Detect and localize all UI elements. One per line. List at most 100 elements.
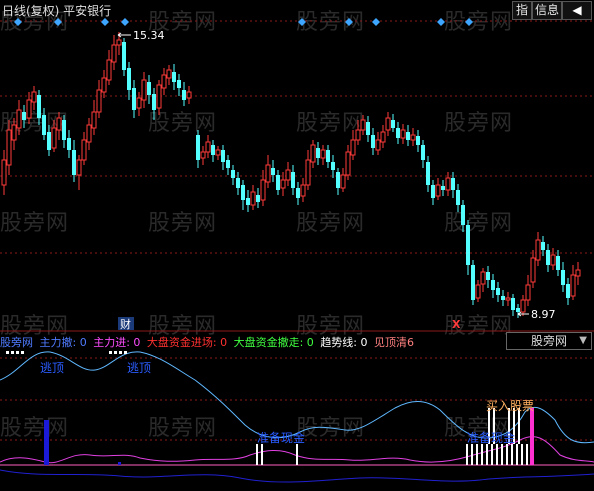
candle-body — [566, 284, 570, 298]
candle-body — [42, 115, 46, 135]
candle-body — [182, 90, 186, 100]
candle-body — [445, 177, 451, 191]
candle-body — [320, 149, 326, 159]
buy-signal-bar — [518, 408, 520, 444]
collapse-arrow-icon[interactable]: ◀ — [562, 1, 592, 20]
index-button[interactable]: 指 — [512, 1, 532, 20]
candle-body — [410, 134, 416, 141]
candle-body — [172, 72, 176, 82]
candle-body — [51, 127, 57, 149]
signal-diamond-icon — [345, 18, 353, 26]
candle-body — [496, 288, 500, 295]
candle-body — [166, 69, 172, 79]
cash-signal-bar — [506, 444, 508, 465]
top-marker — [6, 351, 9, 354]
cash-signal-bar — [491, 444, 493, 465]
prepare-cash-label-2: 准备现金 — [467, 430, 515, 445]
price-chart[interactable]: 15.34 8.97 财 X 逃顶 逃顶 准备现金 准备现金 买入股票 — [0, 0, 594, 491]
dropdown-arrow-icon: ▼ — [579, 335, 587, 346]
x-marker: X — [452, 318, 461, 331]
signal-diamond-icon — [465, 18, 473, 26]
candle-body — [466, 225, 470, 265]
candle-body — [456, 190, 460, 205]
candle-body — [241, 185, 245, 200]
candle-body — [296, 188, 300, 198]
cash-signal-bar — [521, 444, 523, 465]
candle-body — [505, 297, 511, 301]
candle-body — [31, 91, 37, 103]
candle-body — [106, 59, 112, 81]
prepare-cash-label-1: 准备现金 — [257, 430, 305, 445]
signal-diamond-icon — [54, 18, 62, 26]
escape-top-label-2: 逃顶 — [127, 361, 151, 375]
candle-body — [291, 172, 295, 188]
candle-body — [231, 170, 235, 178]
legend-market-fund-in: 大盘资金进场: 0 — [146, 336, 228, 349]
candle-body — [570, 274, 576, 297]
chart-screen[interactable]: 股旁网 股旁网 股旁网 股旁网 股旁网 股旁网 股旁网 股旁网 股旁网 股旁网 股旁网 股旁网 股旁网股… — [0, 0, 594, 491]
candle-body — [305, 159, 311, 186]
top-marker — [114, 351, 117, 354]
top-marker — [109, 351, 112, 354]
candle-body — [396, 128, 400, 138]
top-marker — [16, 351, 19, 354]
candle-body — [11, 124, 17, 141]
candle-body — [426, 162, 430, 185]
candle-body — [186, 91, 192, 99]
legend-main-withdraw: 主力撤: 0 — [39, 336, 87, 349]
candle-body — [246, 198, 250, 205]
main-withdraw-bar — [44, 420, 49, 465]
candle-body — [480, 271, 486, 285]
top-marker — [124, 351, 127, 354]
candle-body — [1, 159, 7, 186]
legend-main-enter: 主力进: 0 — [93, 336, 141, 349]
candle-body — [132, 88, 136, 110]
candle-body — [316, 148, 320, 158]
candle-body — [360, 119, 366, 131]
candle-body — [310, 144, 316, 163]
candle-body — [127, 68, 131, 90]
candle-body — [491, 280, 495, 290]
candle-body — [111, 44, 117, 63]
legend-trend-line: 趋势线: 0 — [320, 336, 368, 349]
candle-body — [435, 184, 441, 197]
candle-body — [520, 299, 526, 313]
candle-body — [400, 129, 406, 139]
cash-signal-bar — [471, 444, 473, 465]
candle-body — [271, 168, 275, 175]
trend-line — [0, 351, 594, 444]
candle-body — [26, 99, 32, 119]
candle-body — [47, 132, 51, 150]
candle-body — [72, 150, 76, 175]
main-withdraw-bar — [118, 462, 121, 465]
legend-market-fund-out: 大盘资金撤走: 0 — [233, 336, 314, 349]
candle-body — [391, 120, 395, 128]
candle-body — [541, 242, 545, 250]
candle-body — [76, 159, 82, 176]
cash-signal-bar — [466, 444, 468, 465]
candle-body — [37, 95, 41, 118]
candle-body — [62, 120, 66, 140]
legend-indicator-name: 股旁网 — [0, 336, 33, 349]
candle-body — [475, 284, 481, 299]
top-marker — [21, 351, 24, 354]
indicator-selector[interactable]: 股旁网 ▼ — [506, 332, 592, 350]
candle-body — [215, 149, 221, 156]
cash-signal-bar — [501, 444, 503, 465]
buy-stock-label: 买入股票 — [486, 399, 534, 413]
candle-body — [385, 117, 391, 131]
candle-body — [147, 82, 151, 95]
candle-body — [81, 139, 87, 161]
signal-diamond-icon — [121, 18, 129, 26]
candle-body — [22, 112, 26, 120]
indicator-selector-label: 股旁网 — [530, 334, 567, 348]
cai-marker[interactable]: 财 — [120, 317, 131, 331]
candle-body — [535, 239, 541, 261]
info-button[interactable]: 信息 — [532, 1, 562, 20]
cash-signal-bar — [526, 444, 528, 465]
lower-curve — [0, 469, 594, 483]
candle-body — [516, 308, 520, 312]
candle-body — [6, 129, 12, 166]
candle-body — [101, 77, 107, 93]
candle-body — [366, 122, 370, 135]
